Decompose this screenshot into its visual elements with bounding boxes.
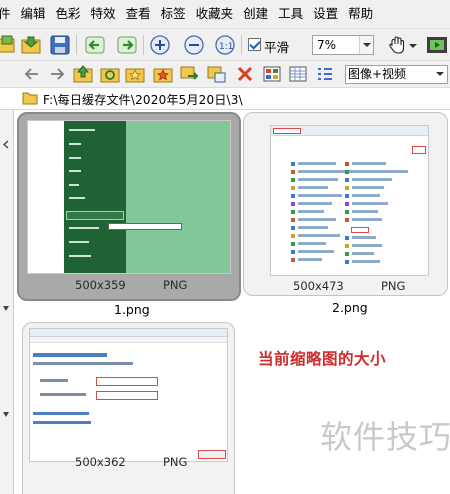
menu-tools[interactable]: 工具 [273, 0, 308, 28]
browser-toolbar: 图像+视频 [0, 60, 450, 88]
menu-help[interactable]: 帮助 [343, 0, 378, 28]
main-toolbar: 1:1 平滑 7% [0, 28, 450, 60]
nav-back-icon[interactable] [22, 64, 42, 84]
chevron-down-icon[interactable] [359, 36, 373, 54]
tooltip-preview [108, 223, 182, 230]
details-view-icon[interactable] [315, 64, 335, 84]
image-dimensions: 500x473 [293, 279, 344, 293]
menu-bar: 件 编辑 色彩 特效 查看 标签 收藏夹 创建 工具 设置 帮助 [0, 0, 450, 28]
menu-file[interactable]: 件 [0, 0, 16, 28]
menu-view[interactable]: 查看 [121, 0, 156, 28]
up-folder-icon[interactable] [73, 64, 93, 84]
zoom-out-icon[interactable] [183, 34, 205, 56]
thumbnail-card-selected[interactable]: 500x359 PNG [17, 112, 241, 301]
thumbnail-image [29, 328, 228, 462]
image-format: PNG [163, 455, 188, 469]
image-dimensions: 500x362 [75, 455, 126, 469]
chevron-down-icon[interactable] [433, 66, 447, 83]
hand-dropdown[interactable] [407, 34, 419, 56]
back-icon[interactable] [84, 34, 106, 56]
view-mode-select[interactable]: 图像+视频 [345, 65, 448, 84]
image-dimensions: 500x359 [75, 278, 126, 292]
menu-create[interactable]: 创建 [238, 0, 273, 28]
annotation-text: 当前缩略图的大小 [258, 350, 387, 368]
desktop-preview [126, 121, 230, 273]
zoom-in-icon[interactable] [149, 34, 171, 56]
watermark-text: 软件技巧 [320, 418, 450, 456]
menu-effects[interactable]: 特效 [86, 0, 121, 28]
actual-size-icon[interactable]: 1:1 [214, 34, 236, 56]
favorite-icon[interactable] [125, 64, 145, 84]
thumbnail-filename[interactable]: 2.png [332, 300, 368, 315]
collapsed-folder-panel[interactable] [0, 110, 14, 494]
view-mode-value: 图像+视频 [348, 67, 407, 81]
slideshow-icon[interactable] [426, 34, 448, 56]
toolbar-separator [76, 35, 77, 55]
copy-icon[interactable] [207, 64, 227, 84]
zoom-select[interactable]: 7% [312, 35, 374, 55]
panel-arrow-icon[interactable] [2, 408, 11, 417]
thumbnail-image [27, 120, 231, 274]
address-bar[interactable]: F:\每日缓存文件\2020年5月20日\3\ [0, 88, 450, 110]
grid-view-icon[interactable] [288, 64, 308, 84]
refresh-icon[interactable] [100, 64, 120, 84]
image-format: PNG [163, 278, 188, 292]
new-folder-icon[interactable] [0, 34, 16, 56]
forward-icon[interactable] [116, 34, 138, 56]
thumbnail-card[interactable]: 500x362 PNG [22, 322, 235, 494]
folder-icon [22, 91, 38, 105]
menu-edit[interactable]: 编辑 [16, 0, 51, 28]
smooth-label: 平滑 [264, 40, 290, 55]
save-icon[interactable] [49, 34, 71, 56]
highlighted-menu-item [66, 211, 124, 220]
thumbnail-card[interactable]: 500x473 PNG [243, 112, 448, 296]
collapse-icon[interactable] [2, 138, 11, 149]
menu-tags[interactable]: 标签 [156, 0, 191, 28]
thumbnail-image [270, 125, 429, 276]
panel-arrow-icon[interactable] [2, 302, 11, 311]
delete-icon[interactable] [235, 64, 255, 84]
toolbar-separator [143, 35, 144, 55]
menu-favorites[interactable]: 收藏夹 [191, 0, 239, 28]
nav-forward-icon[interactable] [47, 64, 67, 84]
open-folder-icon[interactable] [20, 34, 42, 56]
thumbnail-filename[interactable]: 1.png [114, 302, 150, 317]
add-favorite-icon[interactable] [153, 64, 173, 84]
toolbar-separator [241, 35, 242, 55]
thumbnails-view-icon[interactable] [262, 64, 282, 84]
move-icon[interactable] [180, 64, 200, 84]
svg-text:1:1: 1:1 [219, 42, 233, 52]
menu-settings[interactable]: 设置 [308, 0, 343, 28]
folder-path[interactable]: F:\每日缓存文件\2020年5月20日\3\ [43, 91, 243, 108]
menu-color[interactable]: 色彩 [51, 0, 86, 28]
smooth-checkbox[interactable] [248, 38, 261, 51]
image-format: PNG [381, 279, 406, 293]
zoom-value: 7% [317, 38, 337, 52]
hand-icon[interactable] [386, 34, 408, 56]
